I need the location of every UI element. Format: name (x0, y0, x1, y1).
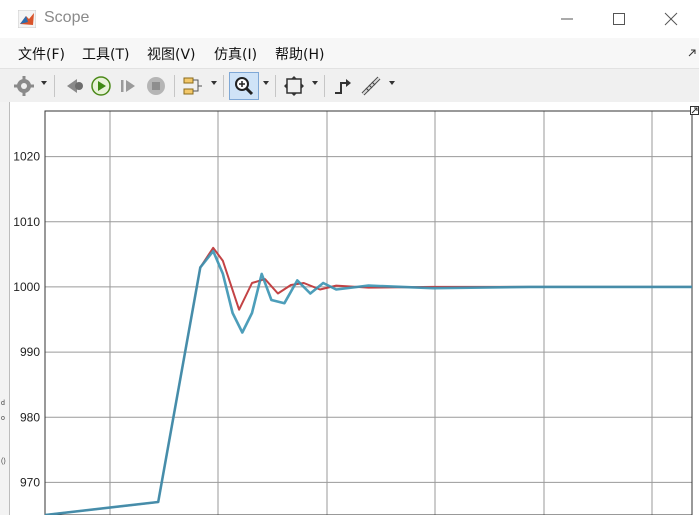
window-title: Scope (44, 9, 90, 26)
line-chart[interactable]: 970 980 990 1000 1010 1020 (0, 102, 699, 515)
y-tick-label: 1020 (13, 150, 40, 164)
toolbar (0, 68, 699, 104)
axes-frame (44, 110, 693, 515)
y-tick-label: 1010 (13, 215, 40, 229)
stop-icon[interactable] (144, 72, 168, 100)
series-line-2 (44, 249, 692, 515)
menu-view[interactable]: 视图(V) (147, 44, 196, 64)
step-forward-icon[interactable] (116, 72, 140, 100)
measure-caret[interactable] (389, 81, 395, 85)
matlab-icon (17, 9, 37, 29)
side-label: d (1, 400, 5, 407)
toolbar-separator (174, 75, 175, 97)
menu-tools[interactable]: 工具(T) (82, 44, 129, 64)
toolbar-separator (223, 75, 224, 97)
side-label: o (1, 415, 5, 422)
menu-help[interactable]: 帮助(H) (275, 44, 324, 64)
toolbar-separator (324, 75, 325, 97)
menu-file[interactable]: 文件(F) (18, 44, 65, 64)
signal-select-icon[interactable] (180, 72, 204, 100)
cursor-measure-icon[interactable] (359, 72, 383, 100)
maximize-button[interactable] (600, 4, 640, 34)
y-tick-label: 980 (20, 410, 40, 424)
run-icon[interactable] (89, 72, 113, 100)
left-panel-strip: d o () (0, 102, 10, 515)
minimize-button[interactable] (548, 4, 588, 34)
undock-axes-icon[interactable] (690, 102, 699, 115)
autoscale-caret[interactable] (312, 81, 318, 85)
triggers-icon[interactable] (331, 72, 355, 100)
stop-back-icon[interactable] (62, 72, 86, 100)
gear-icon[interactable] (12, 72, 36, 100)
menu-simulation[interactable]: 仿真(I) (214, 44, 257, 64)
zoom-caret[interactable] (263, 81, 269, 85)
toolbar-separator (275, 75, 276, 97)
side-label: () (1, 458, 6, 465)
autoscale-icon[interactable] (282, 72, 306, 100)
signal-select-caret[interactable] (211, 81, 217, 85)
menu-bar: 文件(F) 工具(T) 视图(V) 仿真(I) 帮助(H) (0, 38, 699, 68)
y-tick-label: 970 (20, 475, 40, 489)
y-tick-label: 1000 (13, 280, 40, 294)
gear-menu-caret[interactable] (41, 81, 47, 85)
zoom-in-icon[interactable] (229, 72, 259, 100)
undock-icon[interactable] (687, 46, 697, 58)
y-tick-label: 990 (20, 345, 40, 359)
title-bar: Scope (0, 0, 699, 39)
close-button[interactable] (652, 4, 692, 34)
toolbar-separator (54, 75, 55, 97)
